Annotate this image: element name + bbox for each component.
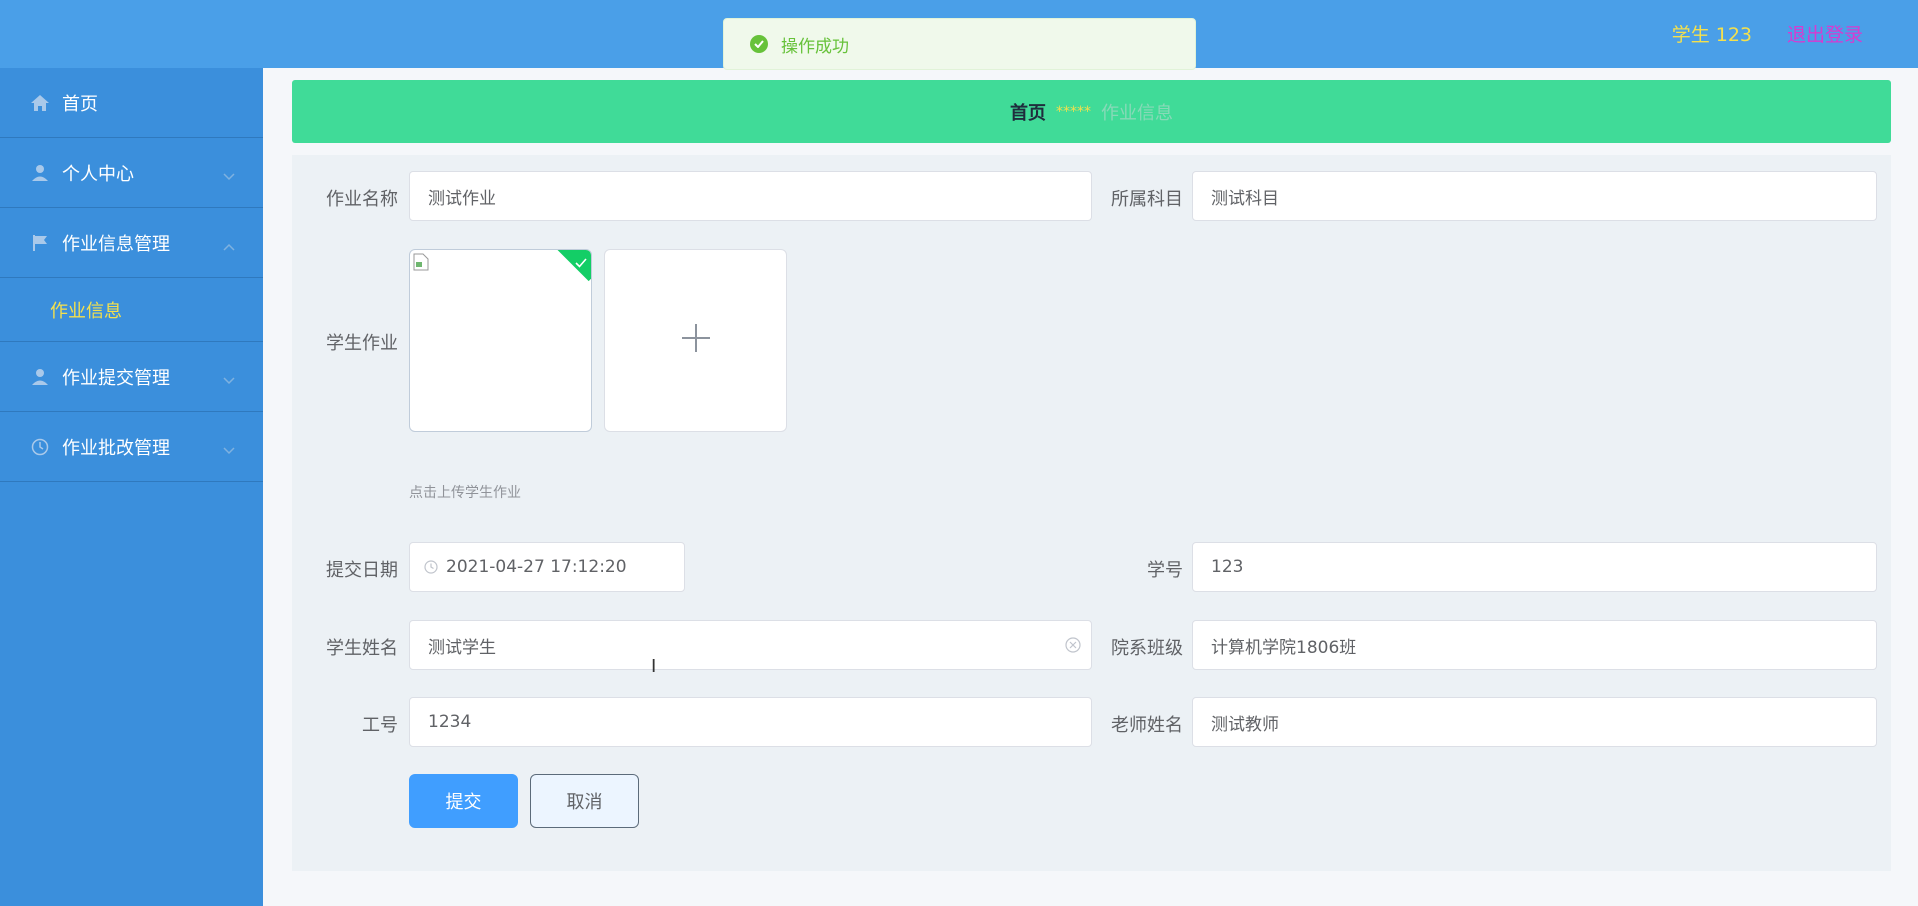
student-no-input[interactable]: 123 [1192, 542, 1877, 592]
uploaded-file-thumbnail[interactable] [409, 249, 592, 432]
chevron-up-icon [223, 235, 235, 256]
homework-name-value: 测试作业 [428, 188, 496, 209]
sidebar-item-label: 作业提交管理 [62, 367, 170, 389]
submit-date-picker[interactable]: 2021-04-27 17:12:20 [409, 542, 685, 592]
clear-icon[interactable] [1065, 637, 1081, 658]
breadcrumb-current: 作业信息 [1101, 102, 1173, 124]
sidebar-subitem-homework-info[interactable]: 作业信息 [0, 278, 263, 342]
breadcrumb-home[interactable]: 首页 [1010, 99, 1046, 125]
student-name-label: 学生姓名 [326, 638, 398, 659]
user-icon [30, 367, 50, 387]
breadcrumb: 首页 ***** 作业信息 [292, 80, 1891, 143]
staff-no-value: 1234 [428, 712, 472, 732]
sidebar-item-grading[interactable]: 作业批改管理 [0, 412, 263, 482]
student-name-value: 测试学生 [428, 637, 496, 658]
home-icon [30, 93, 50, 113]
clock-icon [424, 560, 438, 574]
sidebar-item-label: 个人中心 [62, 163, 134, 185]
teacher-label: 老师姓名 [1111, 715, 1183, 736]
homework-name-input[interactable]: 测试作业 [409, 171, 1092, 221]
sidebar-item-homework-info[interactable]: 作业信息管理 [0, 208, 263, 278]
chevron-down-icon [223, 439, 235, 460]
breadcrumb-separator: ***** [1056, 103, 1091, 120]
sidebar-item-label: 首页 [62, 93, 98, 115]
cancel-button[interactable]: 取消 [530, 774, 639, 828]
subject-value: 测试科目 [1211, 188, 1279, 209]
sidebar-item-profile[interactable]: 个人中心 [0, 138, 263, 208]
sidebar-item-home[interactable]: 首页 [0, 68, 263, 138]
subject-input[interactable]: 测试科目 [1192, 171, 1877, 221]
student-no-label: 学号 [1147, 560, 1183, 581]
chevron-down-icon [223, 369, 235, 390]
check-icon [575, 253, 587, 273]
broken-image-icon [413, 253, 429, 276]
sidebar-item-submission[interactable]: 作业提交管理 [0, 342, 263, 412]
class-input[interactable]: 计算机学院1806班 [1192, 620, 1877, 670]
subject-label: 所属科目 [1111, 189, 1183, 210]
student-no-value: 123 [1211, 557, 1244, 577]
sidebar: 首页 个人中心 作业信息管理 作业信息 作业提交管理 作业批改管理 [0, 68, 263, 906]
check-circle-icon [750, 35, 768, 53]
date-label: 提交日期 [326, 560, 398, 581]
name-label: 作业名称 [326, 189, 398, 210]
user-name: 学生 123 [1671, 24, 1752, 46]
homework-label: 学生作业 [326, 333, 398, 354]
clock-icon [30, 437, 50, 457]
upload-tip: 点击上传学生作业 [409, 485, 521, 501]
user-icon [30, 163, 50, 183]
teacher-input[interactable]: 测试教师 [1192, 697, 1877, 747]
submit-button[interactable]: 提交 [409, 774, 518, 828]
upload-add-button[interactable] [604, 249, 787, 432]
sidebar-item-label: 作业批改管理 [62, 437, 170, 459]
class-value: 计算机学院1806班 [1211, 637, 1357, 658]
plus-icon [681, 323, 711, 358]
flag-icon [30, 233, 50, 253]
class-label: 院系班级 [1111, 638, 1183, 659]
toast-message: 操作成功 [781, 36, 849, 57]
sidebar-item-label: 作业信息管理 [62, 233, 170, 255]
submit-date-value: 2021-04-27 17:12:20 [446, 557, 627, 577]
staff-no-input[interactable]: 1234 [409, 697, 1092, 747]
homework-form: 作业名称 测试作业 所属科目 测试科目 学生作业 点击上传学生作业 提交日期 2… [292, 155, 1891, 871]
logout-link[interactable]: 退出登录 [1787, 20, 1863, 47]
staff-no-label: 工号 [362, 715, 398, 736]
chevron-down-icon [223, 165, 235, 186]
text-cursor-icon: I [651, 656, 657, 677]
teacher-value: 测试教师 [1211, 714, 1279, 735]
student-name-input[interactable]: 测试学生 [409, 620, 1092, 670]
success-toast: 操作成功 [723, 18, 1196, 70]
